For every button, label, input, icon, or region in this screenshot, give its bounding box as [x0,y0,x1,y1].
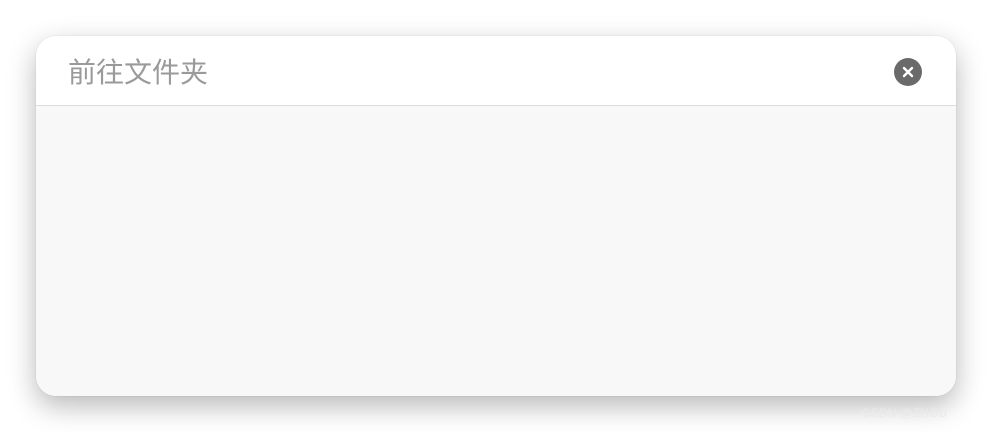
dialog-header [36,36,956,106]
go-to-folder-dialog [36,36,956,396]
clear-button[interactable] [894,58,922,86]
results-area [36,106,956,396]
screen: CSDN @ZHOU [0,0,992,432]
close-icon [901,65,915,79]
folder-path-input[interactable] [68,50,868,94]
watermark: CSDN @ZHOU [862,406,948,420]
